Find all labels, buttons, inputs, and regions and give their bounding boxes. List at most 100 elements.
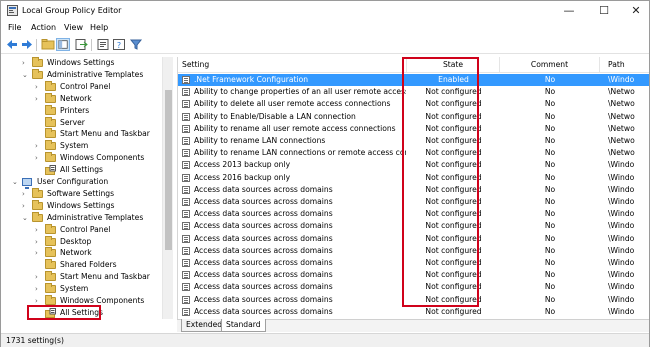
menu-bar: File Action View Help — [1, 21, 649, 35]
folder-icon — [45, 235, 56, 246]
tree-item[interactable]: › Desktop — [2, 235, 162, 248]
policy-row[interactable]: Access data sources across domains Not co… — [178, 306, 649, 318]
tree-item-label: Windows Settings — [47, 200, 115, 210]
menu-file[interactable]: File — [8, 23, 21, 32]
minimize-button[interactable]: — — [554, 1, 584, 21]
expand-chevron-icon — [35, 128, 43, 140]
policy-setting-icon — [182, 137, 190, 145]
setting-name: Access data sources across domains — [194, 197, 333, 206]
folder-icon — [45, 259, 56, 270]
tree-item-label: Start Menu and Taskbar — [60, 272, 150, 282]
tree-item[interactable]: Server — [2, 116, 162, 129]
window-title: Local Group Policy Editor — [22, 6, 122, 15]
help-icon[interactable]: ? — [112, 38, 126, 51]
setting-comment: No — [544, 136, 556, 145]
tree-item[interactable]: All Settings — [2, 164, 162, 176]
expand-chevron-icon[interactable]: › — [35, 247, 43, 259]
setting-path: \Windo — [608, 75, 635, 84]
tree-scrollbar-thumb[interactable] — [165, 90, 172, 250]
setting-comment: No — [544, 306, 556, 316]
folder-icon — [45, 80, 56, 91]
setting-path: \Netwo — [608, 87, 635, 97]
tree-item[interactable]: › System — [2, 283, 162, 295]
filter-icon[interactable] — [129, 38, 143, 51]
window: Local Group Policy Editor — ☐ ✕ File Act… — [0, 0, 650, 347]
tree-item[interactable]: › Windows Settings — [2, 199, 162, 212]
policy-setting-icon — [182, 222, 190, 231]
expand-chevron-icon[interactable]: › — [35, 81, 43, 93]
menu-action[interactable]: Action — [31, 23, 56, 32]
setting-path: \Windo — [608, 270, 635, 280]
tree-item[interactable]: Start Menu and Taskbar — [2, 128, 162, 140]
setting-comment: No — [544, 197, 556, 206]
tree-item[interactable]: › Windows Components — [2, 152, 162, 164]
menu-help[interactable]: Help — [90, 23, 108, 32]
close-button[interactable]: ✕ — [621, 1, 650, 21]
export-list-icon[interactable] — [74, 38, 88, 51]
expand-chevron-icon[interactable]: › — [35, 224, 43, 236]
up-folder-icon[interactable] — [41, 38, 55, 51]
tree-item[interactable]: › Software Settings — [2, 187, 162, 200]
expand-chevron-icon[interactable]: › — [22, 57, 30, 69]
expand-chevron-icon[interactable]: › — [35, 283, 43, 295]
collapse-chevron-icon[interactable]: ⌄ — [12, 176, 20, 188]
expand-chevron-icon[interactable]: › — [35, 152, 43, 164]
setting-path: \Windo — [608, 209, 635, 219]
column-header-path[interactable]: Path — [600, 57, 649, 73]
expand-chevron-icon[interactable]: › — [22, 188, 30, 200]
expand-chevron-icon[interactable]: › — [35, 271, 43, 283]
setting-comment: No — [544, 294, 556, 304]
all-settings-icon — [45, 165, 56, 176]
setting-name: Ability to rename LAN connections — [194, 136, 326, 145]
collapse-chevron-icon[interactable]: ⌄ — [22, 69, 30, 81]
expand-chevron-icon[interactable]: › — [35, 93, 43, 105]
tree-item[interactable]: ⌄ Administrative Templates — [2, 211, 162, 224]
tree-item-label: Administrative Templates — [47, 69, 144, 79]
title-bar: Local Group Policy Editor — ☐ ✕ — [1, 1, 649, 21]
maximize-button[interactable]: ☐ — [589, 1, 619, 21]
tree-item[interactable]: › Start Menu and Taskbar — [2, 271, 162, 283]
setting-name: Ability to change properties of an all u… — [194, 87, 406, 97]
tree-item[interactable]: › Control Panel — [2, 223, 162, 236]
setting-name: Access data sources across domains — [194, 258, 333, 267]
tree-scrollbar[interactable] — [162, 57, 173, 319]
setting-comment: No — [544, 148, 556, 158]
tree-item[interactable]: ⌄ Administrative Templates — [2, 68, 162, 81]
tree-item[interactable]: › Network — [2, 247, 162, 259]
policy-setting-icon — [182, 234, 190, 243]
tree-item[interactable]: › Windows Settings — [2, 57, 162, 69]
tree-item[interactable]: Shared Folders — [2, 259, 162, 271]
setting-path: \Windo — [608, 258, 635, 267]
tree-item[interactable]: › Control Panel — [2, 80, 162, 93]
setting-path: \Windo — [608, 221, 635, 231]
tree-item[interactable]: › Network — [2, 92, 162, 105]
policy-setting-icon — [182, 112, 190, 121]
setting-name: Access data sources across domains — [194, 209, 333, 219]
folder-icon — [45, 271, 56, 282]
policy-setting-icon — [182, 161, 190, 170]
setting-comment: No — [544, 184, 556, 194]
collapse-chevron-icon[interactable]: ⌄ — [22, 212, 30, 224]
back-icon[interactable] — [5, 38, 19, 51]
tree-item[interactable]: Printers — [2, 104, 162, 117]
show-hide-tree-icon[interactable] — [56, 38, 70, 51]
setting-name: Ability to rename all user remote access… — [194, 123, 396, 133]
setting-comment: No — [544, 87, 556, 97]
policy-setting-icon — [182, 173, 190, 182]
tree-item[interactable]: › System — [2, 140, 162, 152]
column-header-comment[interactable]: Comment — [500, 57, 600, 73]
tree-item-label: Administrative Templates — [47, 212, 144, 222]
folder-icon — [32, 199, 43, 210]
expand-chevron-icon[interactable]: › — [35, 140, 43, 152]
setting-name: Access data sources across domains — [194, 294, 333, 304]
forward-icon[interactable] — [20, 38, 34, 51]
folder-icon — [45, 140, 56, 151]
menu-view[interactable]: View — [64, 23, 83, 32]
setting-path: \Windo — [608, 184, 635, 194]
properties-icon[interactable] — [96, 38, 110, 51]
expand-chevron-icon[interactable]: › — [22, 200, 30, 212]
tab-standard[interactable]: Standard — [221, 319, 266, 332]
expand-chevron-icon[interactable]: › — [35, 236, 43, 248]
setting-name: Access 2013 backup only — [194, 160, 291, 170]
tree-item[interactable]: ⌄ User Configuration — [2, 176, 162, 189]
